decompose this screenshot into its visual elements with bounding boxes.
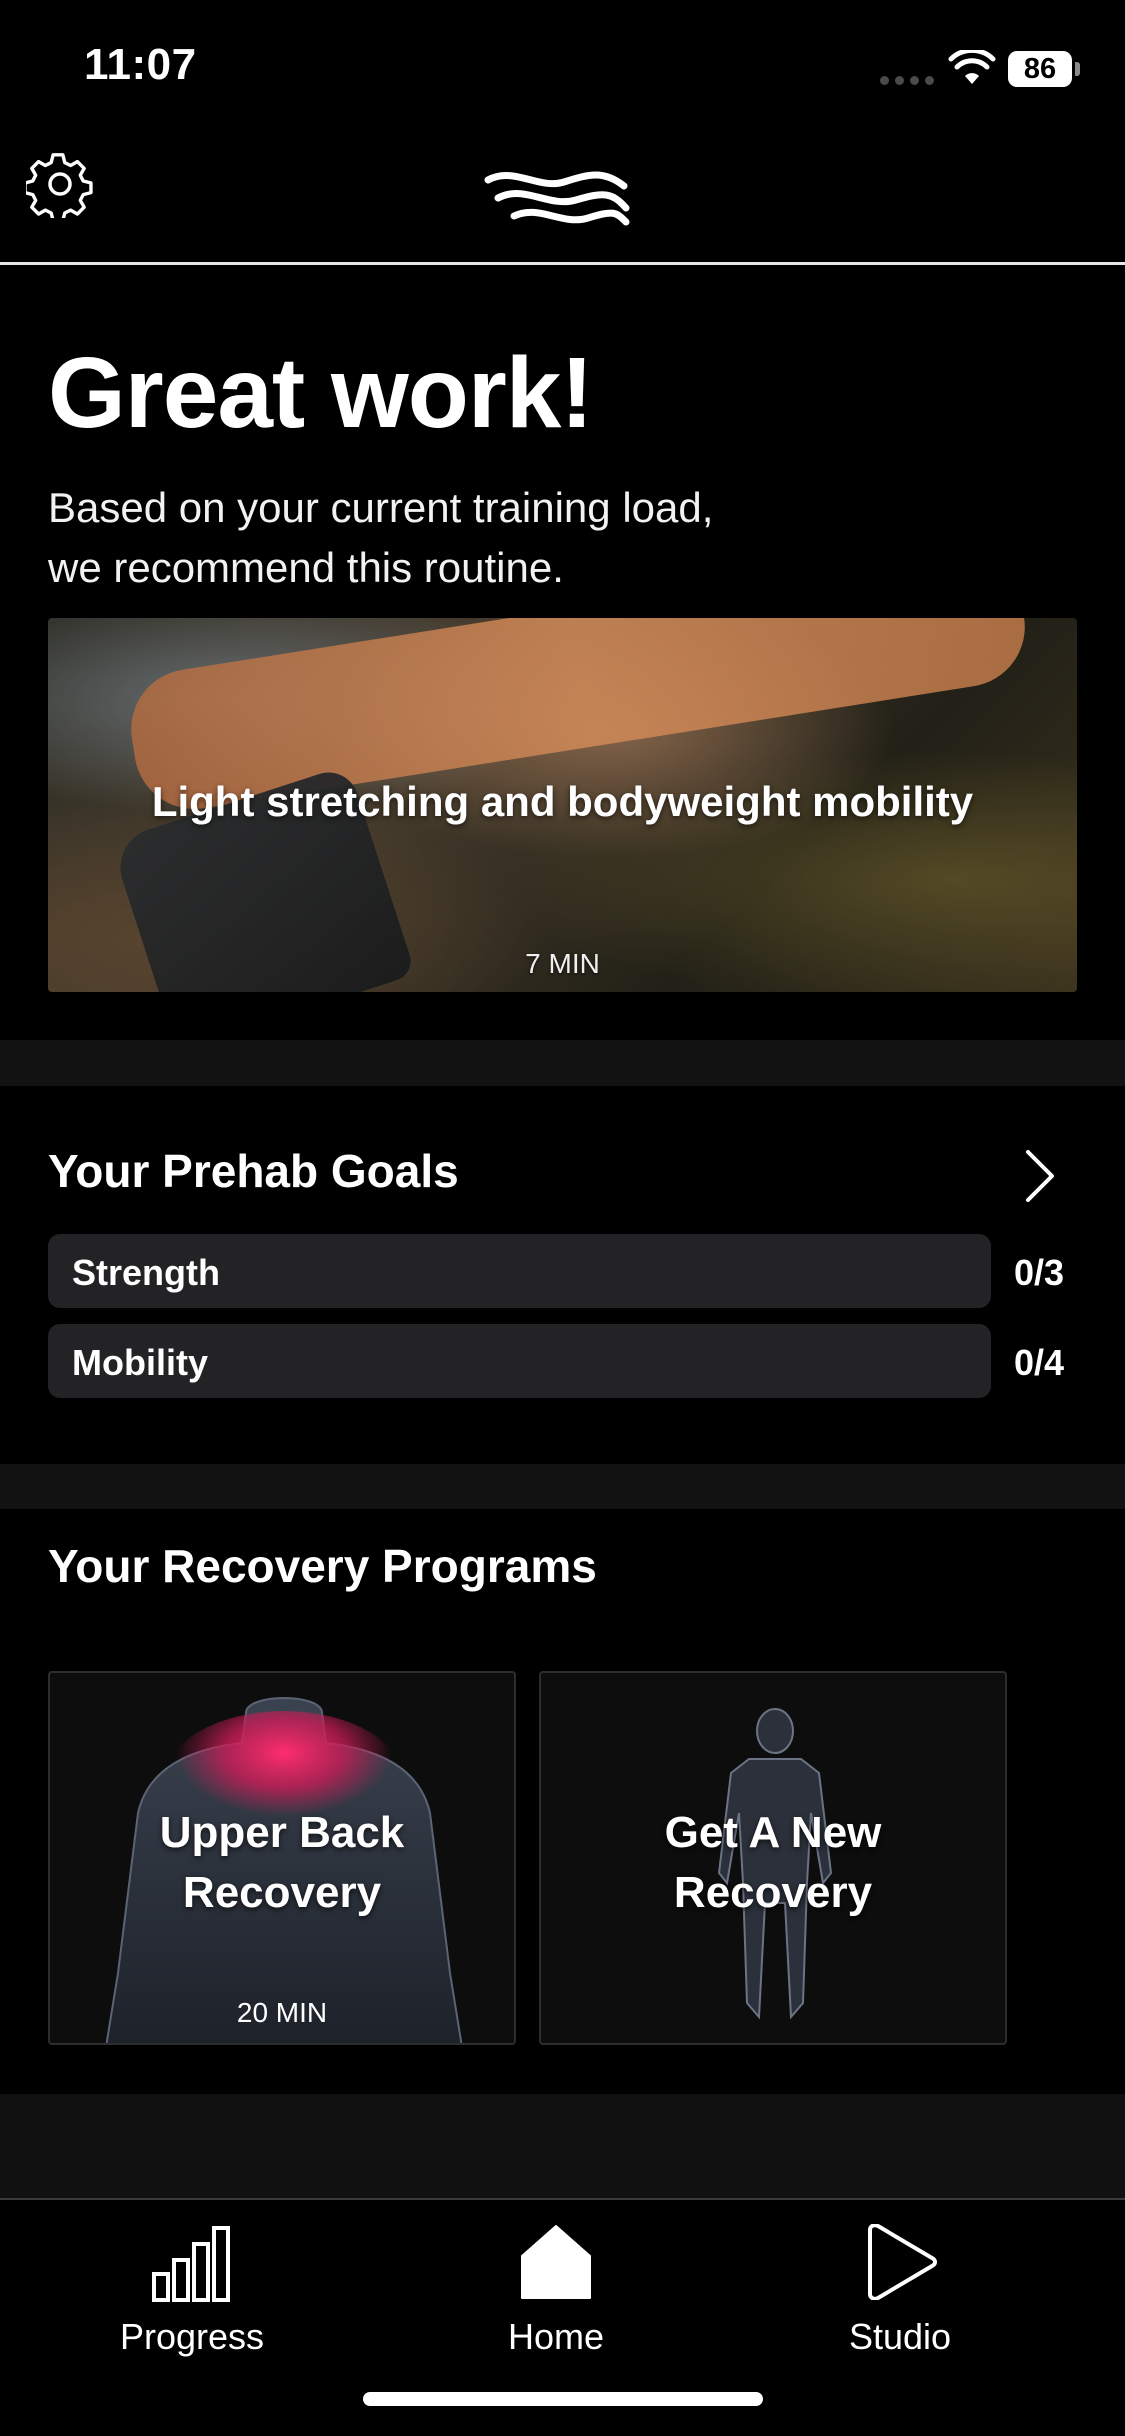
status-bar: 11:07 86 <box>0 0 1125 140</box>
tab-label: Studio <box>848 2316 952 2357</box>
tab-home[interactable]: Home <box>456 2220 656 2360</box>
recommended-routine-card[interactable]: Light stretching and bodyweight mobility… <box>48 618 1077 992</box>
goal-row-strength[interactable]: Strength <box>48 1234 991 1308</box>
prehab-goals-title: Your Prehab Goals <box>48 1145 459 1197</box>
subtitle-line: we recommend this routine. <box>48 544 564 591</box>
status-time: 11:07 <box>84 40 197 89</box>
goal-label: Mobility <box>72 1342 208 1383</box>
gear-icon[interactable] <box>26 150 94 218</box>
recommendation-subtitle: Based on your current training load, we … <box>48 478 848 598</box>
recovery-programs-section: Your Recovery Programs Upper Back Recove… <box>0 1509 1125 2094</box>
program-title: Get A New Recovery <box>541 1803 1005 1923</box>
brand-logo-icon <box>484 171 630 226</box>
program-title-line: Recovery <box>673 1868 873 1917</box>
program-title-line: Upper Back <box>159 1808 405 1857</box>
bar-chart-icon <box>152 2226 230 2302</box>
recommendation-section: Great work! Based on your current traini… <box>0 268 1125 1040</box>
goal-count: 0/3 <box>1014 1252 1065 1293</box>
home-indicator[interactable] <box>363 2392 763 2406</box>
routine-duration: 7 MIN <box>525 948 600 979</box>
section-divider <box>0 2094 1125 2198</box>
goal-row-mobility[interactable]: Mobility <box>48 1324 991 1398</box>
program-title-line: Recovery <box>182 1868 382 1917</box>
chevron-right-icon[interactable] <box>1020 1148 1060 1204</box>
goal-count: 0/4 <box>1014 1342 1065 1383</box>
cellular-signal-icon <box>880 76 934 85</box>
goal-label: Strength <box>72 1252 220 1293</box>
section-divider <box>0 1464 1125 1509</box>
play-icon <box>868 2224 937 2300</box>
tab-label: Home <box>507 2316 605 2357</box>
program-title: Upper Back Recovery <box>50 1803 514 1923</box>
tab-label: Progress <box>119 2316 265 2357</box>
home-icon <box>521 2225 591 2299</box>
page-title: Great work! <box>48 337 594 449</box>
tab-studio[interactable]: Studio <box>800 2220 1000 2360</box>
program-card-upper-back[interactable]: Upper Back Recovery 20 MIN <box>48 1671 516 2045</box>
wifi-icon <box>948 50 996 84</box>
battery-icon: 86 <box>1008 51 1080 87</box>
subtitle-line: Based on your current training load, <box>48 484 714 531</box>
tab-progress[interactable]: Progress <box>92 2220 292 2360</box>
recovery-programs-title: Your Recovery Programs <box>48 1540 597 1592</box>
routine-title: Light stretching and bodyweight mobility <box>151 778 974 825</box>
section-divider <box>0 1040 1125 1086</box>
battery-level: 86 <box>1023 52 1057 85</box>
top-header <box>0 140 1125 265</box>
program-title-line: Get A New <box>664 1808 882 1857</box>
prehab-goals-section: Your Prehab Goals Strength 0/3 Mobility … <box>0 1086 1125 1464</box>
program-duration: 20 MIN <box>236 1997 328 2028</box>
program-card-new-recovery[interactable]: Get A New Recovery <box>539 1671 1007 2045</box>
